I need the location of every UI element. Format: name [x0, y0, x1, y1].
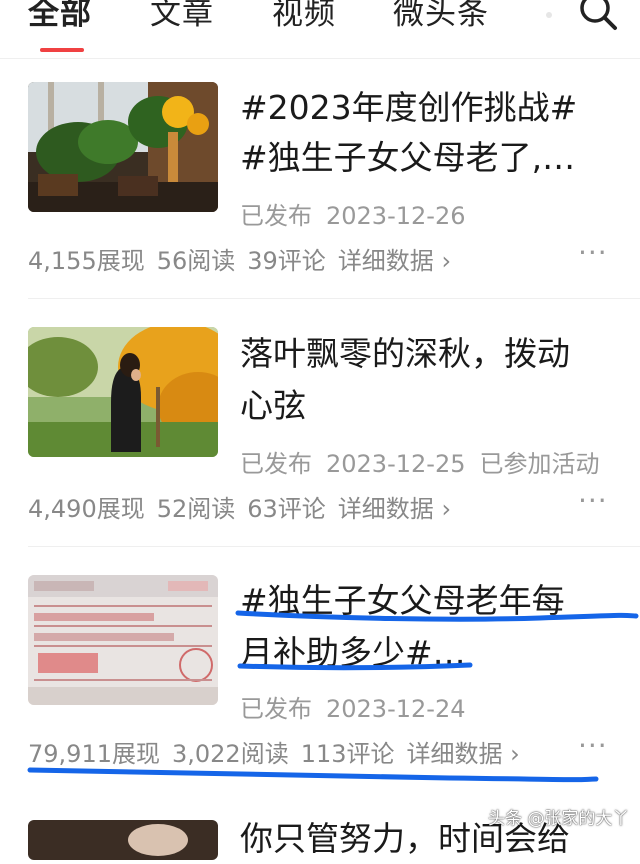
divider: [28, 546, 640, 547]
views-count: 4,490展现: [28, 495, 145, 523]
detail-data-link[interactable]: 详细数据 ›: [338, 495, 451, 523]
article-stats: 4,490展现 52阅读 63评论 详细数据 ›: [28, 489, 463, 524]
article-thumbnail[interactable]: [28, 820, 218, 860]
more-icon[interactable]: ···: [578, 236, 608, 269]
active-tab-indicator: [40, 48, 84, 52]
detail-data-link[interactable]: 详细数据 ›: [407, 740, 520, 768]
article-stats: 79,911展现 3,022阅读 113评论 详细数据 ›: [28, 734, 532, 769]
tab-micro-headlines[interactable]: 微头条: [393, 0, 489, 33]
tab-videos[interactable]: 视频: [272, 0, 336, 33]
article-stats: 4,155展现 56阅读 39评论 详细数据 ›: [28, 241, 463, 276]
dot-icon: [546, 12, 552, 18]
publish-date: 2023-12-24: [326, 695, 466, 723]
views-count: 4,155展现: [28, 247, 145, 275]
status-text: 已发布: [240, 450, 312, 478]
publish-date: 2023-12-25: [326, 450, 466, 478]
publish-date: 2023-12-26: [326, 202, 466, 230]
article-title[interactable]: #独生子女父母老年每: [240, 576, 630, 626]
article-meta: 已发布 2023-12-24: [240, 689, 479, 724]
article-meta: 已发布 2023-12-26: [240, 196, 479, 231]
more-icon[interactable]: ···: [578, 484, 608, 517]
reads-count: 56阅读: [156, 247, 236, 275]
comments-count: 63评论: [247, 495, 326, 523]
article-thumbnail[interactable]: [28, 327, 218, 457]
reads-count: 3,022阅读: [171, 740, 289, 768]
watermark: 头条 @张家的大丫: [488, 809, 630, 829]
article-title[interactable]: 落叶飘零的深秋，拨动: [240, 329, 630, 379]
reads-count: 52阅读: [156, 495, 236, 523]
article-title-line2[interactable]: 心弦: [240, 381, 630, 431]
status-text: 已发布: [240, 202, 312, 230]
tab-articles[interactable]: 文章: [150, 0, 214, 33]
divider: [28, 298, 640, 299]
search-icon[interactable]: [577, 0, 619, 32]
more-icon[interactable]: ···: [578, 729, 608, 762]
activity-tag: 已参加活动: [479, 450, 600, 478]
status-text: 已发布: [240, 695, 312, 723]
views-count: 79,911展现: [28, 740, 160, 768]
article-title-line2[interactable]: #独生子女父母老了,…: [240, 133, 630, 183]
tab-all[interactable]: 全部: [28, 0, 92, 33]
detail-data-link[interactable]: 详细数据 ›: [338, 247, 451, 275]
article-thumbnail[interactable]: [28, 82, 218, 212]
comments-count: 113评论: [300, 740, 395, 768]
tab-bar: 全部 文章 视频 微头条: [0, 0, 640, 59]
article-meta: 已发布 2023-12-25 已参加活动: [240, 444, 613, 479]
article-thumbnail[interactable]: [28, 575, 218, 705]
article-title[interactable]: #2023年度创作挑战#: [240, 83, 630, 133]
article-title-line2[interactable]: 月补助多少#…: [240, 628, 630, 678]
comments-count: 39评论: [247, 247, 326, 275]
